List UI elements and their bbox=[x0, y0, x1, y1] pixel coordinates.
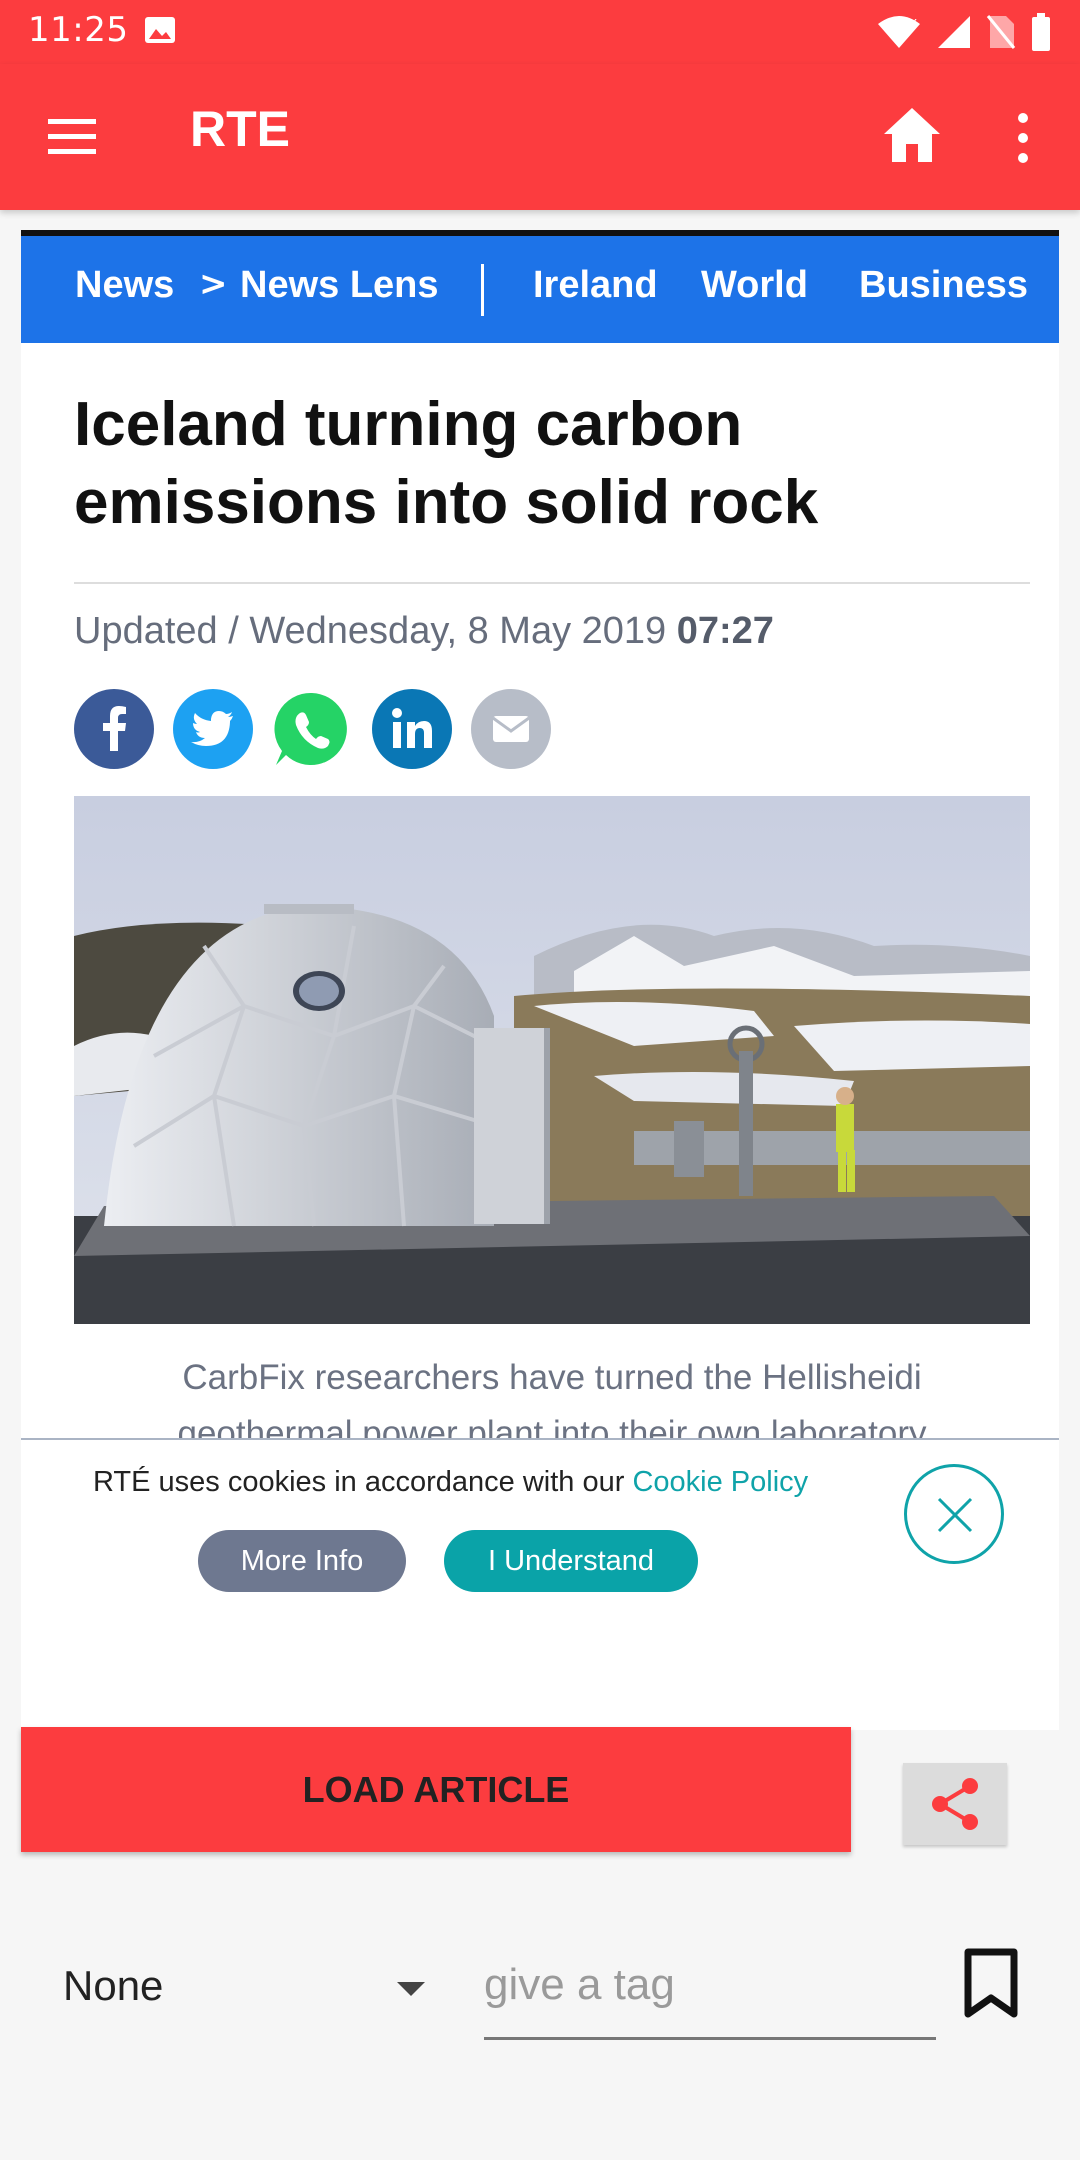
article-updated: Updated / Wednesday, 8 May 2019 07:27 bbox=[74, 610, 774, 653]
nav-divider bbox=[481, 264, 484, 316]
updated-time: 07:27 bbox=[676, 610, 774, 652]
twitter-icon[interactable] bbox=[173, 689, 253, 769]
status-bar: 11:25 x bbox=[0, 0, 1080, 64]
dropdown-value: None bbox=[63, 1962, 164, 2009]
app-title: RTE bbox=[190, 101, 290, 157]
close-icon[interactable] bbox=[904, 1464, 1004, 1564]
nav-item-ireland[interactable]: Ireland bbox=[533, 264, 658, 307]
whatsapp-icon[interactable] bbox=[272, 689, 352, 769]
caption-line-1: CarbFix researchers have turned the Hell… bbox=[182, 1358, 922, 1397]
article-image bbox=[74, 796, 1030, 1324]
app-bar: RTE bbox=[0, 64, 1080, 210]
menu-icon[interactable] bbox=[44, 111, 102, 163]
signal-icon bbox=[938, 16, 970, 48]
i-understand-button[interactable]: I Understand bbox=[444, 1530, 698, 1592]
more-info-button[interactable]: More Info bbox=[198, 1530, 406, 1592]
bookmark-icon[interactable] bbox=[962, 1948, 1020, 2018]
email-icon[interactable] bbox=[471, 689, 551, 769]
share-icon bbox=[932, 1778, 978, 1830]
share-button[interactable] bbox=[903, 1763, 1007, 1845]
cookie-banner: RTÉ uses cookies in accordance with our … bbox=[21, 1438, 1059, 1728]
headline-line-1: Iceland turning carbon bbox=[74, 390, 743, 459]
section-nav: News > News Lens Ireland World Business bbox=[21, 230, 1059, 343]
divider bbox=[74, 582, 1030, 584]
article-headline: Iceland turning carbon emissions into so… bbox=[74, 386, 1014, 542]
home-icon[interactable] bbox=[880, 104, 944, 168]
updated-label: Updated / Wednesday, 8 May 2019 bbox=[74, 610, 677, 652]
nav-item-business[interactable]: Business bbox=[859, 264, 1028, 307]
facebook-icon[interactable] bbox=[74, 689, 154, 769]
dropdown-arrow-icon bbox=[397, 1982, 425, 1996]
breadcrumb-separator: > bbox=[199, 264, 228, 304]
svg-text:x: x bbox=[910, 15, 917, 29]
headline-line-2: emissions into solid rock bbox=[74, 468, 819, 537]
nav-item-world[interactable]: World bbox=[701, 264, 808, 307]
cookie-policy-link[interactable]: Cookie Policy bbox=[632, 1466, 808, 1498]
cookie-message: RTÉ uses cookies in accordance with our bbox=[93, 1466, 633, 1498]
nav-item-news-lens[interactable]: News Lens bbox=[240, 264, 439, 307]
status-time: 11:25 bbox=[28, 10, 129, 50]
tag-input[interactable] bbox=[484, 1950, 936, 2040]
image-icon bbox=[145, 17, 175, 43]
more-vert-icon[interactable] bbox=[1008, 108, 1038, 168]
wifi-icon: x bbox=[878, 15, 920, 48]
linkedin-icon[interactable] bbox=[372, 689, 452, 769]
nav-item-news[interactable]: News bbox=[75, 264, 174, 307]
status-icons: x bbox=[876, 10, 1052, 54]
no-sim-icon bbox=[986, 15, 1016, 49]
battery-icon bbox=[1032, 13, 1050, 51]
load-article-button[interactable]: LOAD ARTICLE bbox=[21, 1727, 851, 1852]
cookie-text: RTÉ uses cookies in accordance with our … bbox=[93, 1466, 808, 1499]
category-dropdown[interactable]: None bbox=[63, 1954, 433, 2024]
